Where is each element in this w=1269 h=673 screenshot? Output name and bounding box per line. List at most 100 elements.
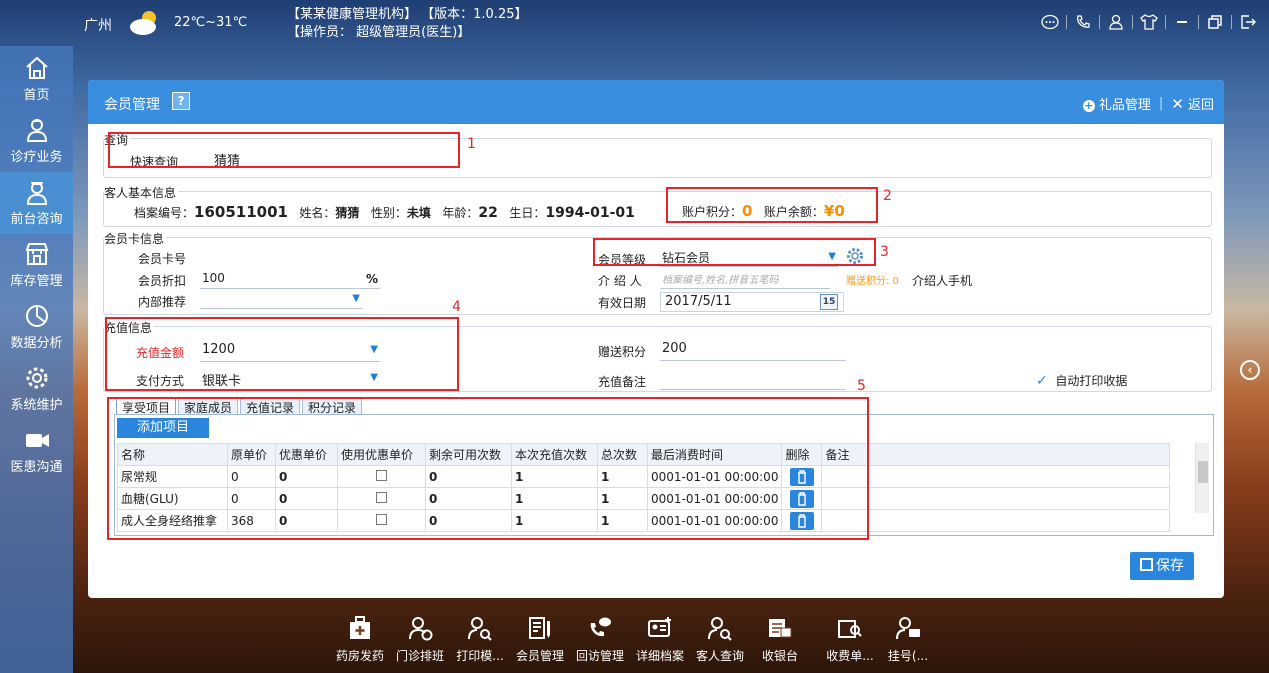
restore-icon[interactable]	[1204, 12, 1226, 32]
gift-management-label: 礼品管理	[1098, 98, 1151, 113]
gift-points-input[interactable]: 200	[660, 341, 846, 361]
sidebar-item-inventory[interactable]: 库存管理	[0, 234, 73, 296]
dock-item-label: 打印模...	[456, 649, 504, 663]
user-keyboard-icon	[896, 617, 920, 640]
user-icon[interactable]	[1105, 12, 1127, 32]
guest-info-group: 客人基本信息 档案编号：160511001 姓名：猜猜 性别：未填 年龄：22 …	[103, 184, 1212, 227]
birthday-value: 1994-01-01	[545, 205, 635, 221]
dock-item-member[interactable]: 会员管理	[510, 615, 570, 664]
divider	[1198, 15, 1199, 29]
sidebar-item-label: 医患沟通	[10, 460, 63, 475]
item-remark[interactable]	[821, 465, 1171, 488]
name-value: 猜猜	[335, 206, 360, 220]
gender-value: 未填	[406, 206, 431, 220]
auto-print-checkbox[interactable]: ✓ 自动打印收据	[1036, 372, 1127, 389]
save-icon	[1140, 558, 1153, 571]
phone-icon[interactable]	[1072, 12, 1094, 32]
sidebar-item-label: 前台咨询	[10, 212, 63, 227]
exit-icon[interactable]	[1237, 12, 1259, 32]
introducer-bonus-points: 赠送积分: 0	[846, 276, 899, 287]
phone-chat-icon	[590, 617, 611, 637]
gift-points-label: 赠送积分	[598, 345, 647, 359]
plus-circle-icon: +	[1082, 99, 1095, 112]
discount-label: 会员折扣	[138, 274, 187, 288]
chat-icon[interactable]	[1039, 12, 1061, 32]
sidebar-item-label: 数据分析	[10, 336, 63, 351]
annotation-box-2	[666, 187, 878, 223]
pie-chart-icon	[25, 305, 48, 327]
back-label: 返回	[1187, 98, 1214, 113]
dock-item-label: 客人查询	[695, 649, 744, 663]
dock-item-guest-query[interactable]: 客人查询	[690, 615, 750, 664]
city-label: 广州	[84, 18, 112, 34]
calendar-icon[interactable]: 15	[820, 294, 838, 310]
checkmark-icon: ✓	[1036, 373, 1048, 389]
annotation-number-3: 3	[880, 244, 889, 260]
referral-label: 内部推荐	[138, 295, 187, 309]
group-label: 会员卡信息	[104, 230, 167, 247]
save-button[interactable]: 保存	[1130, 552, 1194, 580]
dock-item-cashier[interactable]: 收银台	[750, 615, 810, 664]
name-label: 姓名：	[299, 206, 336, 220]
valid-date-input[interactable]: 2017/5/11	[660, 292, 844, 312]
sidebar-item-front-desk[interactable]: 前台咨询	[0, 172, 73, 234]
org-version-text: 【某某健康管理机构】 【版本：1.0.25】	[287, 7, 528, 22]
minimize-icon[interactable]	[1171, 12, 1193, 32]
discount-input[interactable]: 100	[200, 271, 380, 289]
auto-print-label: 自动打印收据	[1055, 374, 1128, 388]
id-card-icon	[648, 617, 671, 637]
annotation-box-4	[105, 317, 459, 391]
help-icon[interactable]: ?	[172, 92, 190, 110]
dock-item-registration[interactable]: 挂号(...	[878, 615, 938, 664]
item-remark[interactable]	[821, 487, 1171, 510]
group-label: 客人基本信息	[104, 184, 179, 201]
sidebar-item-home[interactable]: 首页	[0, 48, 73, 110]
dock-item-print-template[interactable]: 打印模...	[450, 615, 510, 664]
sidebar-item-analytics[interactable]: 数据分析	[0, 296, 73, 358]
divider: |	[1158, 96, 1164, 111]
annotation-box-5	[107, 397, 869, 540]
divider	[1132, 15, 1133, 29]
age-label: 年龄：	[442, 206, 479, 220]
skin-icon[interactable]	[1138, 12, 1160, 32]
file-no-label: 档案编号：	[134, 206, 195, 220]
recharge-remark-input[interactable]	[660, 370, 846, 390]
divider	[1066, 15, 1067, 29]
sidebar-item-clinic[interactable]: 诊疗业务	[0, 110, 73, 172]
guest-details: 档案编号：160511001 姓名：猜猜 性别：未填 年龄：22 生日：1994…	[134, 203, 635, 221]
age-value: 22	[478, 205, 498, 221]
dock-item-pharmacy[interactable]: 药房发药	[330, 615, 390, 664]
dock-item-label: 门诊排班	[395, 649, 444, 663]
introducer-input[interactable]: 档案编号,姓名,拼音五笔码	[660, 271, 830, 289]
dock-item-followup[interactable]: 回访管理	[570, 615, 630, 664]
table-scrollbar[interactable]	[1195, 443, 1209, 513]
scrollbar-thumb[interactable]	[1198, 461, 1208, 483]
dock-item-schedule[interactable]: 门诊排班	[390, 615, 450, 664]
back-button[interactable]: ✕ 返回	[1171, 94, 1214, 113]
top-bar: 广州 22℃~31℃ 【某某健康管理机构】 【版本：1.0.25】 【操作员： …	[0, 0, 1269, 46]
window-controls	[1039, 12, 1259, 32]
document-pen-icon	[529, 617, 550, 639]
doctor-schedule-icon	[409, 617, 433, 641]
temperature-label: 22℃~31℃	[174, 15, 248, 30]
close-icon: ✕	[1171, 95, 1184, 113]
card-number-label: 会员卡号	[138, 252, 187, 266]
referral-select[interactable]: ▼	[200, 291, 362, 309]
dock-item-label: 收费单...	[826, 649, 874, 663]
weather-cloud-icon	[130, 11, 156, 35]
sidebar-item-communication[interactable]: 医患沟通	[0, 420, 73, 482]
annotation-number-4: 4	[452, 299, 461, 315]
sidebar-item-system[interactable]: 系统维护	[0, 358, 73, 420]
dock-item-label: 详细档案	[635, 649, 684, 663]
collapse-arrow-icon[interactable]: ‹	[1240, 360, 1260, 380]
dock-item-billing[interactable]: 收费单...	[820, 615, 880, 664]
introducer-label: 介 绍 人	[598, 274, 642, 288]
valid-date-label: 有效日期	[598, 296, 647, 310]
nurse-icon	[26, 182, 47, 205]
item-remark[interactable]	[821, 509, 1171, 532]
gift-management-button[interactable]: + 礼品管理	[1082, 94, 1151, 113]
annotation-number-2: 2	[883, 188, 892, 204]
dock-item-detailed-file[interactable]: 详细档案	[630, 615, 690, 664]
divider	[1165, 15, 1166, 29]
panel-title: 会员管理	[104, 97, 160, 113]
